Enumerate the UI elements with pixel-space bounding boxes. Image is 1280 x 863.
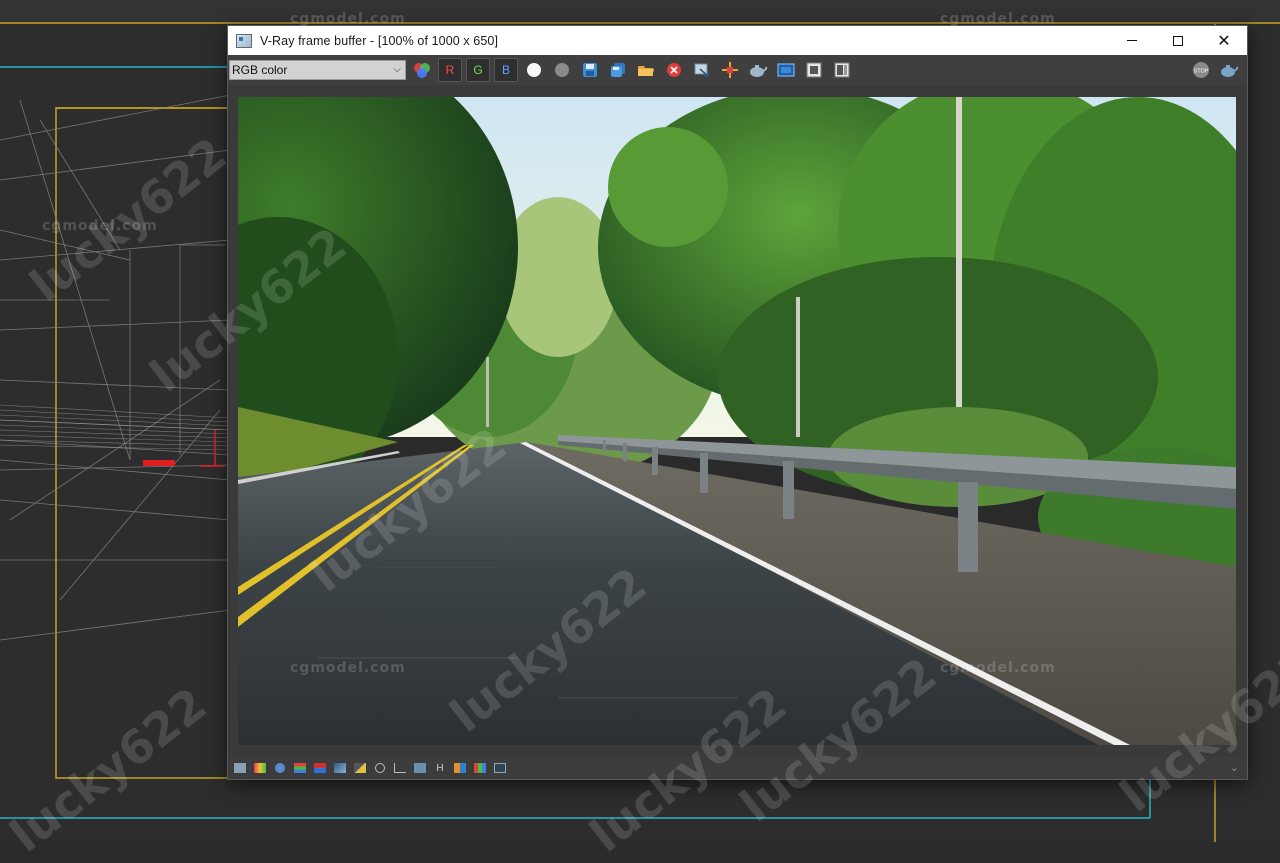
blue-channel-button[interactable]: B xyxy=(494,58,518,82)
lens-effects-button[interactable] xyxy=(802,58,826,82)
lut-button[interactable] xyxy=(412,760,428,776)
render-teapot-icon xyxy=(750,65,768,77)
maximize-icon xyxy=(1173,35,1183,46)
channels-icon xyxy=(414,63,430,78)
alpha-white-button[interactable] xyxy=(522,58,546,82)
stop-icon: STOP xyxy=(1193,62,1209,78)
info-button[interactable] xyxy=(272,760,288,776)
region-status-icon xyxy=(494,763,506,773)
grey-dot-icon xyxy=(555,63,569,77)
channels-button[interactable] xyxy=(410,58,434,82)
green-channel-button[interactable]: G xyxy=(466,58,490,82)
red-channel-label: R xyxy=(445,63,455,77)
render-frame xyxy=(228,85,1247,757)
vfb-app-icon xyxy=(236,33,252,48)
toolbar-right-group: STOP xyxy=(1185,58,1241,82)
compare-button[interactable] xyxy=(830,58,854,82)
channel-select-value: RGB color xyxy=(232,63,288,77)
levels-icon xyxy=(294,763,306,773)
display-button[interactable] xyxy=(232,760,248,776)
color-button[interactable] xyxy=(472,760,488,776)
render-last-button[interactable] xyxy=(746,58,770,82)
open-button[interactable] xyxy=(634,58,658,82)
red-channel-button[interactable]: R xyxy=(438,58,462,82)
save-button[interactable] xyxy=(578,58,602,82)
curves-icon xyxy=(314,763,326,773)
exposure-icon xyxy=(334,763,346,773)
save-all-button[interactable] xyxy=(606,58,630,82)
white-dot-icon xyxy=(527,63,541,77)
road-scene-render xyxy=(238,97,1236,745)
vray-frame-buffer-window[interactable]: V-Ray frame buffer - [100% of 1000 x 650… xyxy=(227,25,1248,780)
close-button[interactable]: ✕ xyxy=(1201,26,1247,55)
expand-icon[interactable]: ⌄ xyxy=(1230,761,1239,774)
stop-label: STOP xyxy=(1194,69,1209,75)
correction-button[interactable] xyxy=(352,760,368,776)
close-icon: ✕ xyxy=(1217,31,1231,50)
graph-icon xyxy=(394,763,406,773)
title-bar[interactable]: V-Ray frame buffer - [100% of 1000 x 650… xyxy=(228,26,1247,55)
clear-icon xyxy=(667,63,681,77)
green-channel-label: G xyxy=(473,63,483,77)
graph-button[interactable] xyxy=(392,760,408,776)
save-icon xyxy=(583,63,597,77)
render-button[interactable] xyxy=(1217,58,1241,82)
focus-icon xyxy=(375,763,385,773)
correction-icon xyxy=(354,763,366,773)
info-icon xyxy=(275,763,285,773)
lens-effects-icon xyxy=(806,62,822,78)
hsv-button[interactable]: H xyxy=(432,760,448,776)
chevron-down-icon: ⌵ xyxy=(393,64,401,75)
track-mouse-icon xyxy=(722,62,738,78)
histogram-icon xyxy=(254,763,266,773)
compare-ab-icon xyxy=(454,763,466,773)
mono-button[interactable] xyxy=(550,58,574,82)
clear-button[interactable] xyxy=(662,58,686,82)
channel-select[interactable]: RGB color ⌵ xyxy=(229,60,406,80)
region-icon xyxy=(777,63,795,77)
window-title: V-Ray frame buffer - [100% of 1000 x 650… xyxy=(260,33,499,48)
minimize-icon xyxy=(1127,40,1137,41)
focus-button[interactable] xyxy=(372,760,388,776)
region-render-button[interactable] xyxy=(774,58,798,82)
exposure-button[interactable] xyxy=(332,760,348,776)
copy-to-max-button[interactable] xyxy=(690,58,714,82)
rendered-image[interactable] xyxy=(238,97,1236,745)
display-icon xyxy=(234,763,246,773)
copy-to-max-icon xyxy=(694,63,709,77)
histogram-button[interactable] xyxy=(252,760,268,776)
levels-button[interactable] xyxy=(292,760,308,776)
track-mouse-button[interactable] xyxy=(718,58,742,82)
minimize-button[interactable] xyxy=(1109,26,1155,55)
blue-channel-label: B xyxy=(501,63,510,77)
vfb-toolbar: RGB color ⌵ R G B STOP xyxy=(228,55,1247,85)
maximize-button[interactable] xyxy=(1155,26,1201,55)
teapot-icon xyxy=(1221,65,1239,77)
compare-icon xyxy=(834,62,850,78)
color-icon xyxy=(474,763,486,773)
stop-render-button[interactable]: STOP xyxy=(1189,58,1213,82)
vfb-statusbar: H ⌄ xyxy=(228,757,1247,779)
open-icon xyxy=(638,66,654,76)
region-button[interactable] xyxy=(492,760,508,776)
compare-ab-button[interactable] xyxy=(452,760,468,776)
curves-button[interactable] xyxy=(312,760,328,776)
hsv-label: H xyxy=(436,762,444,774)
lut-icon xyxy=(414,763,426,773)
save-all-icon xyxy=(611,63,625,77)
